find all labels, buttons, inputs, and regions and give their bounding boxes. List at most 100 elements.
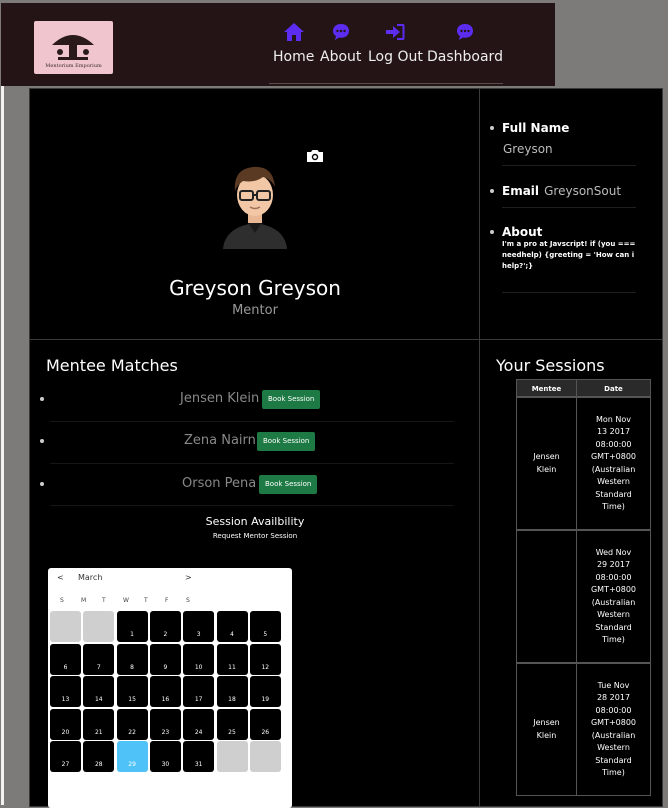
info-divider (502, 165, 636, 166)
calendar-day[interactable]: 29 (116, 741, 148, 772)
nav-dashboard-label: Dashboard (427, 49, 503, 65)
profile-info-panel: Full Name Greyson Email GreysonSout Abou… (479, 88, 663, 340)
about-row: About (490, 221, 642, 240)
book-session-button[interactable]: Book Session (257, 432, 316, 451)
mentee-name: Zena Nairn (184, 433, 256, 448)
email-row: Email GreysonSout (490, 180, 642, 199)
list-divider (50, 505, 454, 506)
calendar-day[interactable]: 8 (116, 643, 148, 675)
profile-role: Mentor (232, 303, 278, 318)
calendar-prev-button[interactable]: < (57, 573, 64, 582)
left-edge-bar (1, 86, 4, 805)
calendar-day[interactable]: 5 (249, 611, 281, 642)
calendar-day[interactable]: 7 (83, 643, 115, 675)
nav-home[interactable]: Home (273, 21, 314, 65)
nav-dashboard[interactable]: Dashboard (427, 21, 503, 65)
list-item: Orson Pena Book Session (30, 473, 460, 495)
profile-card: Greyson Greyson Mentor (29, 88, 481, 340)
availability-title: Session Availbility (205, 515, 305, 528)
full-name-label: Full Name (502, 121, 570, 135)
calendar-header: < March > (48, 573, 292, 587)
calendar-empty-cell (216, 741, 248, 772)
chat-icon (456, 21, 474, 43)
nav-logout-label: Log Out (368, 49, 423, 65)
calendar-day[interactable]: 27 (50, 741, 81, 772)
calendar-day[interactable]: 22 (116, 708, 148, 740)
mentee-matches-title: Mentee Matches (46, 356, 178, 375)
calendar-day[interactable]: 4 (216, 611, 248, 642)
nav-home-label: Home (273, 49, 315, 65)
list-divider (50, 463, 454, 464)
weekday-label: T (102, 597, 106, 604)
calendar-day[interactable]: 13 (50, 676, 81, 707)
calendar-day[interactable]: 18 (216, 676, 248, 707)
availability-subtitle: Request Mentor Session (212, 532, 298, 540)
weekday-label: M (81, 597, 87, 604)
calendar-day[interactable]: 30 (149, 741, 181, 772)
calendar-day[interactable]: 14 (83, 676, 115, 707)
weekday-label: S (60, 597, 64, 604)
table-header-date: Date (576, 379, 651, 397)
calendar-day[interactable]: 9 (149, 643, 181, 675)
calendar-day[interactable]: 15 (116, 676, 148, 707)
session-date-cell: Wed Nov 29 2017 08:00:00 GMT+0800 (Australia… (576, 530, 651, 663)
calendar-day[interactable]: 11 (216, 643, 248, 675)
calendar-day[interactable]: 24 (183, 708, 215, 740)
calendar[interactable]: < March > SMTWTFS 1 2 3 4 5 6 7 8 9 10 11 12 13 14 15 1… (48, 568, 292, 808)
nav-logout[interactable]: Log Out (368, 21, 423, 65)
your-sessions-panel: Your Sessions Mentee Date Jensen Klein Mon… (479, 339, 663, 807)
logo-text: Mentorium Emporium (45, 63, 102, 69)
about-text: I'm a pro at Javscript! if (you === need… (502, 240, 636, 270)
email-label: Email (502, 184, 540, 198)
calendar-day[interactable]: 20 (50, 708, 81, 740)
book-session-button[interactable]: Book Session (259, 475, 318, 494)
weekday-label: S (186, 597, 190, 604)
weekday-label: F (165, 597, 169, 604)
about-label: About (502, 225, 543, 239)
calendar-day[interactable]: 25 (216, 708, 248, 740)
weekday-label: T (144, 597, 148, 604)
list-item: Jensen Klein Book Session (30, 388, 460, 410)
calendar-day[interactable]: 19 (249, 676, 281, 707)
full-name-value: Greyson (503, 142, 553, 156)
bullet-dot (40, 397, 44, 401)
calendar-day[interactable]: 26 (249, 708, 281, 740)
chat-icon (332, 21, 350, 43)
info-divider (502, 207, 636, 208)
home-icon (283, 21, 304, 43)
sign-in-icon (385, 21, 405, 43)
mentee-name: Orson Pena (182, 476, 257, 491)
calendar-day[interactable]: 10 (183, 643, 215, 675)
calendar-day[interactable]: 28 (83, 741, 115, 772)
mentee-matches-panel: Mentee Matches Jensen Klein Book Session… (29, 339, 481, 808)
calendar-day[interactable]: 2 (149, 611, 181, 642)
avatar (217, 166, 293, 249)
session-mentee-cell: Jensen Klein (516, 397, 577, 530)
bullet-dot (490, 229, 494, 234)
profile-name: Greyson Greyson (169, 276, 341, 300)
full-name-row: Full Name (490, 117, 642, 136)
session-date-cell: Tue Nov 28 2017 08:00:00 GMT+0800 (Australia… (576, 663, 651, 796)
session-mentee-cell (516, 530, 577, 663)
nav-about-label: About (320, 49, 362, 65)
calendar-day[interactable]: 21 (83, 708, 115, 740)
bullet-dot (490, 125, 494, 130)
calendar-day[interactable]: 31 (183, 741, 215, 772)
calendar-day[interactable]: 1 (116, 611, 148, 642)
calendar-empty-cell (50, 611, 81, 642)
email-value: GreysonSout (544, 184, 622, 198)
calendar-next-button[interactable]: > (185, 573, 192, 582)
calendar-day[interactable]: 3 (183, 611, 215, 642)
calendar-day[interactable]: 6 (50, 643, 81, 675)
site-logo[interactable]: Mentorium Emporium (34, 21, 113, 74)
info-divider (502, 292, 636, 293)
calendar-day[interactable]: 23 (149, 708, 181, 740)
calendar-day[interactable]: 17 (183, 676, 215, 707)
calendar-day[interactable]: 12 (249, 643, 281, 675)
book-session-button[interactable]: Book Session (262, 390, 321, 409)
nav-about[interactable]: About (320, 21, 361, 65)
your-sessions-title: Your Sessions (496, 356, 605, 375)
calendar-day[interactable]: 16 (149, 676, 181, 707)
camera-icon[interactable] (306, 149, 324, 163)
session-date-cell: Mon Nov 13 2017 08:00:00 GMT+0800 (Australia… (576, 397, 651, 530)
